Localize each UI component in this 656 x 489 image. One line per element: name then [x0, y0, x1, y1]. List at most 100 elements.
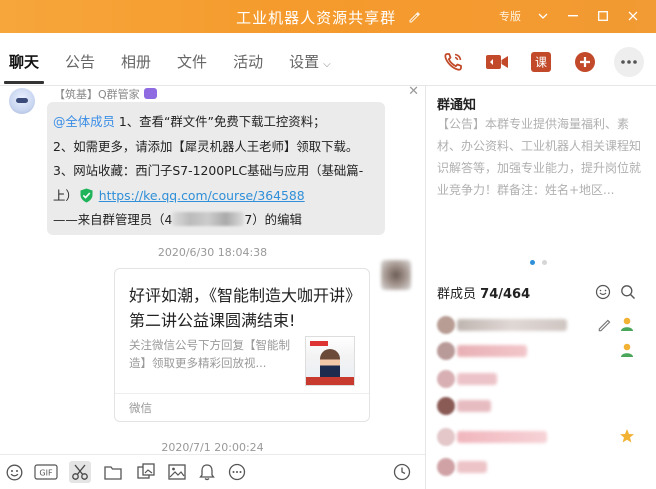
- video-icon[interactable]: [482, 47, 512, 77]
- card-source: 微信: [129, 401, 152, 415]
- history-clock-icon[interactable]: [391, 461, 413, 483]
- mention-all[interactable]: @全体成员: [53, 114, 115, 129]
- bell-icon[interactable]: [196, 461, 218, 483]
- admin-id-start: 4: [164, 212, 173, 227]
- input-toolbar: GIF: [0, 454, 425, 489]
- notice-title[interactable]: 群通知: [437, 94, 476, 113]
- card-divider: [115, 393, 369, 394]
- tab-announcement[interactable]: 公告: [56, 51, 104, 77]
- verified-shield-icon: [79, 187, 94, 202]
- timestamp-2: 2020/7/1 20:00:24: [161, 441, 264, 454]
- member-name: [457, 461, 487, 473]
- member-name: [457, 400, 491, 412]
- tab-chat[interactable]: 聊天: [0, 51, 48, 77]
- group-name: 工业机器人资源共享群: [236, 9, 397, 27]
- tab-album[interactable]: 相册: [112, 51, 160, 77]
- pager-dot-active[interactable]: [530, 260, 535, 265]
- message-line-2: 2、如需更多，请添加【犀灵机器人王老师】领取下载。: [53, 138, 359, 154]
- member-name: [457, 345, 527, 357]
- maximize-icon[interactable]: [588, 4, 618, 28]
- message-line-3: 3、网站收藏：西门子S7-1200PLC基础与应用（基础篇-: [53, 163, 364, 178]
- message-bubble: @全体成员 1、查看“群文件”免费下载工控资料； 2、如需更多，请添加【犀灵机器…: [47, 102, 385, 235]
- tab-activity-label: 活动: [233, 53, 264, 71]
- emoji-icon[interactable]: [3, 461, 25, 483]
- mode-label: 专版: [499, 10, 521, 23]
- member-name: [457, 319, 567, 331]
- course-link[interactable]: https://ke.qq.com/course/364588: [99, 188, 305, 203]
- owner-icon: [621, 317, 633, 331]
- member-name: [457, 373, 497, 385]
- member-avatar: [437, 342, 455, 360]
- tab-files[interactable]: 文件: [168, 51, 216, 77]
- sender-avatar[interactable]: [381, 260, 411, 290]
- member-avatar: [437, 458, 455, 476]
- members-label: 群成员: [437, 287, 477, 302]
- timestamp: 2020/6/30 18:04:38: [157, 246, 268, 259]
- minimize-icon[interactable]: [558, 4, 588, 28]
- tab-album-label: 相册: [121, 53, 152, 71]
- member-search-icon[interactable]: [620, 284, 636, 304]
- member-avatar: [437, 428, 455, 446]
- dismiss-icon[interactable]: ✕: [408, 86, 419, 99]
- sender-tag: 【筑基】: [54, 88, 98, 101]
- active-tab-indicator: [4, 81, 44, 84]
- add-icon[interactable]: [570, 47, 600, 77]
- message-line-4: 上） https://ke.qq.com/course/364588: [53, 184, 379, 209]
- admin-icon: [621, 343, 633, 357]
- message-footer: ——来自群管理员（4 7）的编辑: [53, 208, 379, 233]
- folder-icon[interactable]: [102, 461, 124, 483]
- redacted-id: [172, 212, 245, 226]
- mode-button[interactable]: 专版: [492, 4, 528, 28]
- tab-bar: 聊天 公告 相册 文件 活动 设置 ⌵ 课: [0, 33, 656, 85]
- members-count: 74/464: [480, 287, 531, 302]
- tab-settings[interactable]: 设置 ⌵: [280, 51, 340, 77]
- members-header: 群成员 74/464: [437, 283, 530, 302]
- notice-text[interactable]: 【公告】本群专业提供海量福利、素材、办公资料、工业机器人相关课程知识解答等，加强…: [437, 113, 645, 201]
- card-thumbnail: [305, 336, 355, 386]
- member-chat-icon[interactable]: [595, 284, 611, 304]
- title-bar: 工业机器人资源共享群 专版: [0, 0, 656, 33]
- notice-pager[interactable]: [530, 260, 547, 265]
- footer-suffix: ）的编辑: [252, 212, 302, 227]
- tab-chat-label: 聊天: [9, 53, 40, 71]
- star-icon: [620, 429, 634, 443]
- sender-name[interactable]: Q群管家: [98, 88, 140, 101]
- image-gallery-icon[interactable]: [135, 461, 157, 483]
- line4-text: 上）: [53, 187, 78, 203]
- gif-icon-label: GIF: [39, 469, 53, 478]
- bot-avatar[interactable]: [9, 88, 35, 114]
- phone-icon[interactable]: [438, 47, 468, 77]
- share-card[interactable]: 好评如潮，《智能制造大咖开讲》第二讲公益课圆满结束! 关注微信公号下方回复【智能…: [114, 268, 370, 422]
- member-name: [457, 431, 547, 443]
- member-avatar: [437, 397, 455, 415]
- pager-dot[interactable]: [542, 260, 547, 265]
- close-icon[interactable]: [618, 4, 648, 28]
- robot-badge-icon: [143, 88, 157, 99]
- chat-area[interactable]: 【筑基】Q群管家 ✕ @全体成员 1、查看“群文件”免费下载工控资料； 2、如需…: [0, 86, 425, 454]
- dropdown-icon[interactable]: [528, 4, 558, 28]
- gif-icon[interactable]: GIF: [33, 461, 59, 483]
- course-icon[interactable]: 课: [526, 47, 556, 77]
- edit-member-icon[interactable]: [597, 317, 613, 333]
- scissors-icon[interactable]: [69, 461, 91, 483]
- thumb-footer-bar: [306, 377, 354, 385]
- more-icon[interactable]: [614, 47, 644, 77]
- chevron-down-icon: ⌵: [323, 59, 331, 70]
- tab-activity[interactable]: 活动: [224, 51, 272, 77]
- course-icon-label: 课: [535, 56, 547, 70]
- tab-announcement-label: 公告: [65, 53, 96, 71]
- chat-more-icon[interactable]: [226, 461, 248, 483]
- card-description: 关注微信公号下方回复【智能制造】领取更多精彩回放视...: [129, 338, 290, 370]
- member-avatar: [437, 370, 455, 388]
- message-sender: 【筑基】Q群管家: [54, 86, 157, 102]
- edit-title-icon[interactable]: [408, 11, 420, 26]
- picture-icon[interactable]: [166, 461, 188, 483]
- panel-divider: [425, 86, 426, 489]
- footer-prefix: ——来自群管理员（: [53, 212, 165, 227]
- card-title: 好评如潮，《智能制造大咖开讲》第二讲公益课圆满结束!: [129, 286, 354, 330]
- message-line-1: @全体成员 1、查看“群文件”免费下载工控资料；: [53, 110, 379, 135]
- thumb-person: [320, 349, 340, 379]
- member-avatar: [437, 316, 455, 334]
- thumb-header-bar: [310, 341, 328, 346]
- tab-files-label: 文件: [177, 53, 208, 71]
